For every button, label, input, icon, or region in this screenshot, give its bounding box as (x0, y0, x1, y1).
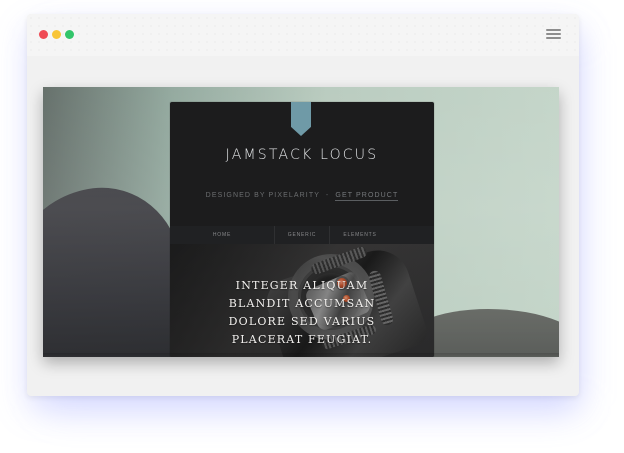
hero-line-1: INTEGER ALIQUAM (235, 279, 369, 292)
nav-home-link[interactable]: HOME (170, 226, 275, 244)
menu-icon-line-middle (546, 33, 561, 35)
subtitle-prefix: DESIGNED BY PIXELARITY (205, 192, 320, 199)
nav-elements-link[interactable]: ELEMENTS (330, 226, 390, 244)
menu-icon-line-bottom (546, 37, 561, 39)
green-dot-icon (65, 30, 74, 39)
yellow-dot-icon (52, 30, 61, 39)
hero-image: INTEGER ALIQUAM BLANDIT ACCUMSAN DOLORE … (170, 244, 434, 357)
browser-window: JAMSTACK LOCUS DESIGNED BY PIXELARITY - … (27, 14, 579, 396)
red-dot-icon (39, 30, 48, 39)
screenshot-canvas: JAMSTACK LOCUS DESIGNED BY PIXELARITY - … (0, 0, 624, 453)
site-card: JAMSTACK LOCUS DESIGNED BY PIXELARITY - … (170, 102, 434, 357)
hero-line-4: PLACERAT FEUGIAT. (231, 333, 373, 346)
subtitle-separator: - (325, 192, 330, 199)
nav-generic-link[interactable]: GENERIC (275, 226, 330, 244)
site-navigation: HOME GENERIC ELEMENTS (170, 226, 434, 244)
bookmark-ribbon-icon (291, 102, 311, 136)
site-title: JAMSTACK LOCUS (225, 147, 379, 163)
get-product-link[interactable]: GET PRODUCT (335, 192, 399, 201)
website-preview: JAMSTACK LOCUS DESIGNED BY PIXELARITY - … (43, 87, 559, 357)
hero-copy: INTEGER ALIQUAM BLANDIT ACCUMSAN DOLORE … (170, 277, 434, 349)
hero-line-3: DOLORE SED VARIUS (228, 315, 376, 328)
preview-bottom-fade (43, 353, 559, 357)
site-subtitle: DESIGNED BY PIXELARITY - GET PRODUCT (170, 192, 434, 201)
menu-icon[interactable] (546, 29, 561, 39)
window-titlebar (27, 14, 579, 56)
menu-icon-line-top (546, 29, 561, 31)
hero-line-2: BLANDIT ACCUMSAN (228, 297, 376, 310)
